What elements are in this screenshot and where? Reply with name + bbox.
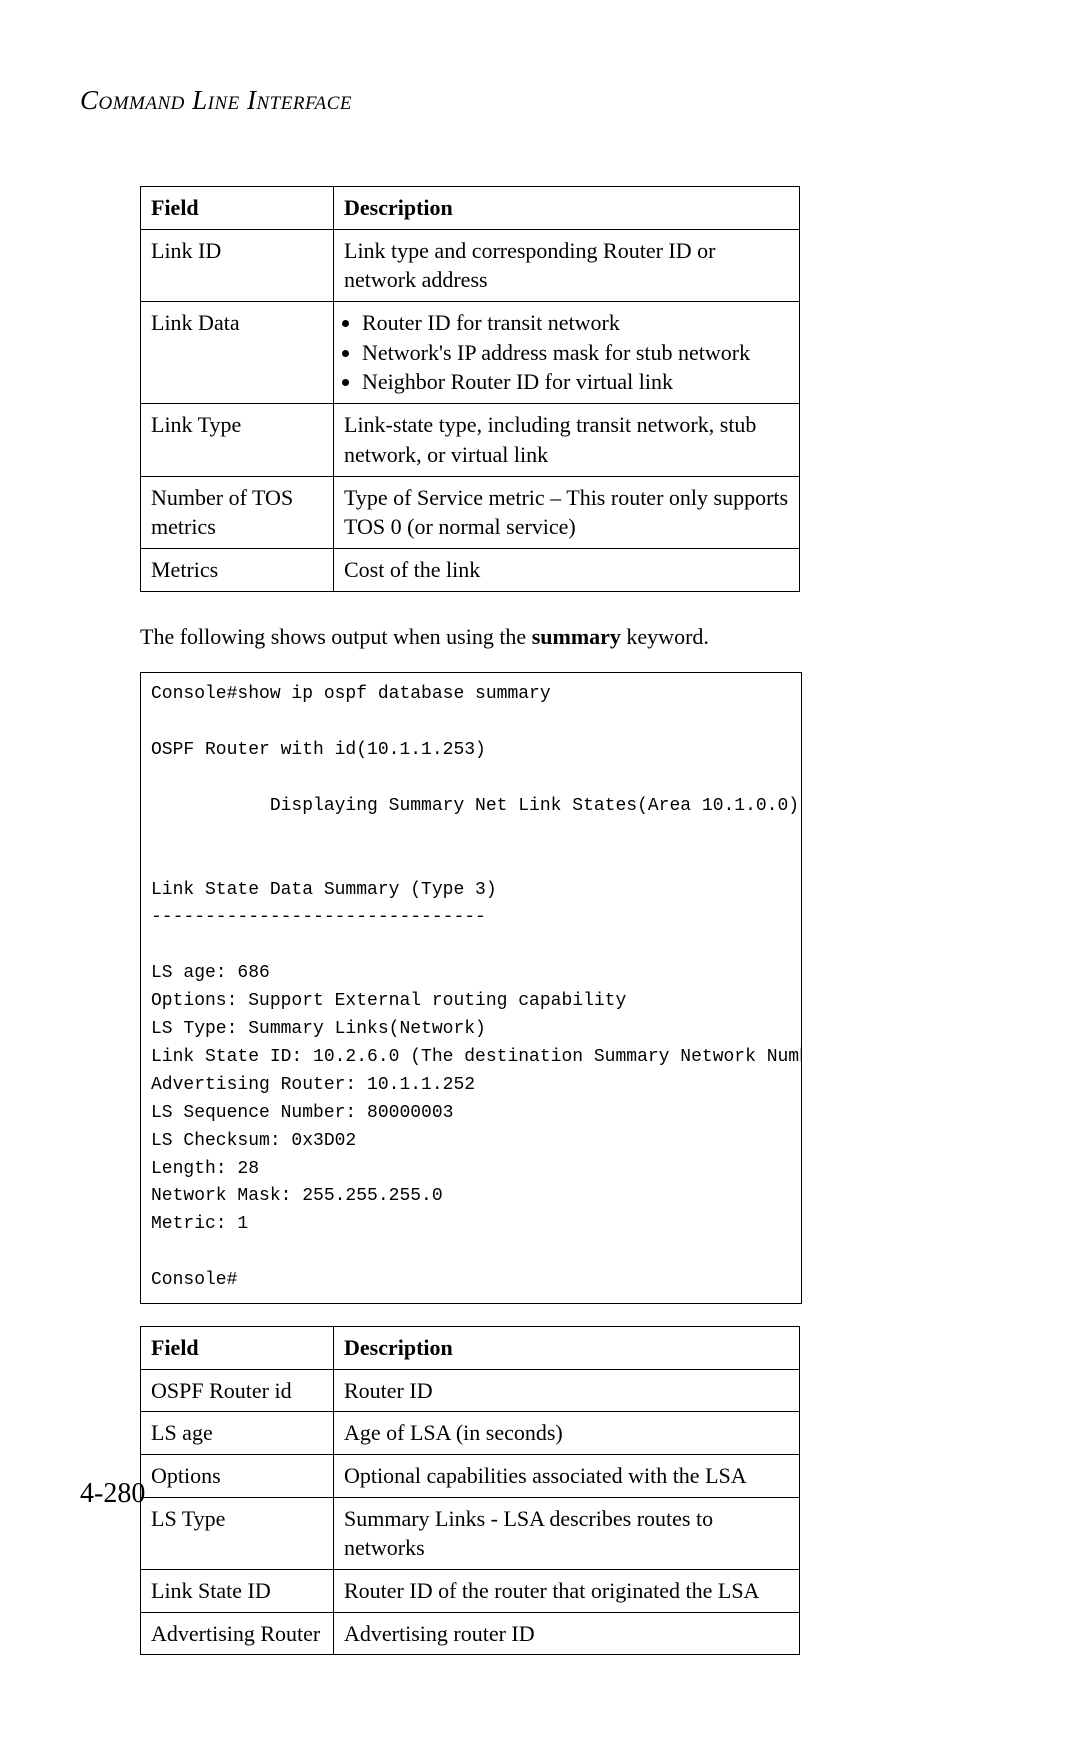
cell-desc: Router ID for transit network Network's … [334,302,800,404]
table-row: Options Optional capabilities associated… [141,1455,800,1498]
intro-text: The following shows output when using th… [140,622,935,653]
cell-desc: Type of Service metric – This router onl… [334,476,800,548]
table-row: Metrics Cost of the link [141,548,800,591]
list-item: Network's IP address mask for stub netwo… [362,338,789,368]
cell-desc: Advertising router ID [334,1612,800,1655]
table2-header-field: Field [141,1326,334,1369]
cell-desc: Link-state type, including transit netwo… [334,404,800,476]
intro-post: keyword. [621,624,709,649]
document-page: Command Line Interface Field Description… [0,0,1080,1745]
cell-desc: Router ID of the router that originated … [334,1570,800,1613]
cell-field: Options [141,1455,334,1498]
page-header: Command Line Interface [80,85,935,116]
field-table-1: Field Description Link ID Link type and … [140,186,800,592]
table-row: Link Data Router ID for transit network … [141,302,800,404]
cell-desc: Router ID [334,1369,800,1412]
list-item: Neighbor Router ID for virtual link [362,367,789,397]
table2-header-desc: Description [334,1326,800,1369]
cell-desc: Cost of the link [334,548,800,591]
cell-field: LS Type [141,1497,334,1569]
cell-field: Number of TOS metrics [141,476,334,548]
table1-header-field: Field [141,187,334,230]
intro-bold: summary [532,624,621,649]
table-row: Number of TOS metrics Type of Service me… [141,476,800,548]
page-number: 4-280 [80,1478,145,1510]
table-row: Link State ID Router ID of the router th… [141,1570,800,1613]
cell-field: OSPF Router id [141,1369,334,1412]
table-row: LS Type Summary Links - LSA describes ro… [141,1497,800,1569]
field-table-2: Field Description OSPF Router id Router … [140,1326,800,1656]
cell-field: Link Type [141,404,334,476]
cell-field: Link State ID [141,1570,334,1613]
list-item: Router ID for transit network [362,308,789,338]
console-output: Console#show ip ospf database summary OS… [140,672,802,1304]
cell-desc: Age of LSA (in seconds) [334,1412,800,1455]
table-row: Link ID Link type and corresponding Rout… [141,229,800,301]
cell-field: Metrics [141,548,334,591]
table1-header-desc: Description [334,187,800,230]
cell-desc: Summary Links - LSA describes routes to … [334,1497,800,1569]
cell-field: LS age [141,1412,334,1455]
cell-desc: Optional capabilities associated with th… [334,1455,800,1498]
table-row: OSPF Router id Router ID [141,1369,800,1412]
cell-desc: Link type and corresponding Router ID or… [334,229,800,301]
cell-field: Link ID [141,229,334,301]
cell-field: Advertising Router [141,1612,334,1655]
cell-field: Link Data [141,302,334,404]
table-row: Link Type Link-state type, including tra… [141,404,800,476]
intro-pre: The following shows output when using th… [140,624,532,649]
table-row: LS age Age of LSA (in seconds) [141,1412,800,1455]
table-row: Advertising Router Advertising router ID [141,1612,800,1655]
